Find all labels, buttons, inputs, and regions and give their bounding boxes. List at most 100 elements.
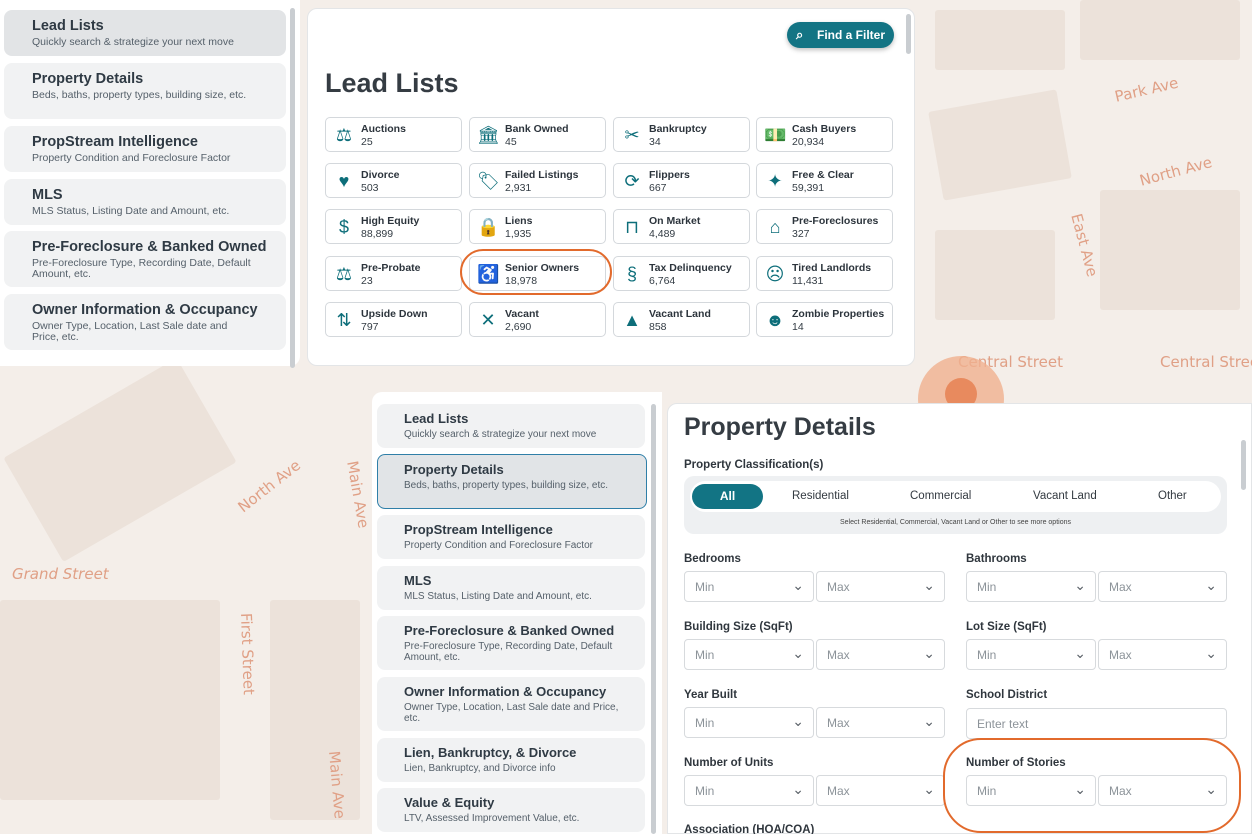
- chevron-down-icon: ⌄: [1205, 645, 1217, 661]
- tile-count: 25: [361, 136, 373, 148]
- street-label: Grand Street: [12, 565, 109, 583]
- sidebar-item-lead-lists[interactable]: Lead Lists Quickly search & strategize y…: [4, 10, 286, 56]
- divorce-icon: ♥: [338, 171, 350, 191]
- street-label: North Ave: [1137, 153, 1215, 190]
- sidebar-item-title: PropStream Intelligence: [404, 522, 553, 537]
- tile-count: 45: [505, 136, 517, 148]
- lead-list-tile[interactable]: ☹ Tired Landlords 11,431: [756, 256, 893, 291]
- chevron-down-icon: ⌄: [1074, 645, 1086, 661]
- land-icon: ▲: [623, 310, 641, 330]
- tile-name: Bankruptcy: [649, 123, 707, 135]
- upside-down-icon: ⇅: [336, 310, 352, 330]
- tired-face-icon: ☹: [765, 264, 785, 284]
- max-select[interactable]: Max ⌄: [816, 707, 945, 738]
- sidebar-item-title: Owner Information & Occupancy: [32, 302, 258, 318]
- max-select[interactable]: Max ⌄: [816, 639, 945, 670]
- lead-list-tile[interactable]: ⚖ Pre-Probate 23: [325, 256, 462, 291]
- sidebar-item-title: Lien, Bankruptcy, & Divorce: [404, 745, 577, 760]
- tab-residential[interactable]: Residential: [792, 490, 849, 502]
- sidebar-item-subtitle: Pre-Foreclosure Type, Recording Date, De…: [404, 641, 613, 663]
- sidebar-scrollbar[interactable]: [290, 8, 295, 368]
- lead-list-tile[interactable]: ▲ Vacant Land 858: [613, 302, 750, 337]
- sidebar-item-mls[interactable]: MLS MLS Status, Listing Date and Amount,…: [4, 179, 286, 225]
- stories-label: Number of Stories: [966, 757, 1066, 769]
- sidebar-scrollbar[interactable]: [651, 404, 656, 834]
- max-select[interactable]: Max ⌄: [1098, 571, 1227, 602]
- tab-vacant-land[interactable]: Vacant Land: [1033, 490, 1097, 502]
- lead-list-tile[interactable]: ✂ Bankruptcy 34: [613, 117, 750, 152]
- sidebar-item-owner-information[interactable]: Owner Information & Occupancy Owner Type…: [377, 677, 645, 731]
- tile-count: 18,978: [505, 275, 538, 287]
- max-select[interactable]: Max ⌄: [1098, 775, 1227, 806]
- gavel-icon: ⚖: [335, 125, 353, 145]
- tag-icon: 🏷: [477, 171, 500, 191]
- sidebar-item-subtitle: Pre-Foreclosure Type, Recording Date, De…: [32, 257, 251, 280]
- sidebar-item-property-details[interactable]: Property Details Beds, baths, property t…: [4, 63, 286, 119]
- tile-count: 797: [361, 321, 379, 333]
- lead-list-tile[interactable]: ☻ Zombie Properties 14: [756, 302, 893, 337]
- sidebar-item-mls[interactable]: MLS MLS Status, Listing Date and Amount,…: [377, 566, 645, 610]
- find-filter-button[interactable]: ⌕ Find a Filter: [787, 22, 894, 48]
- max-select[interactable]: Max ⌄: [1098, 639, 1227, 670]
- sidebar-item-value-equity[interactable]: Value & Equity LTV, Assessed Improvement…: [377, 788, 645, 832]
- lead-list-tile[interactable]: 🔒 Liens 1,935: [469, 209, 606, 244]
- max-select[interactable]: Max ⌄: [816, 571, 945, 602]
- street-label: North Ave: [234, 456, 305, 517]
- min-select[interactable]: Min ⌄: [684, 639, 814, 670]
- tile-name: Divorce: [361, 169, 400, 181]
- tab-other[interactable]: Other: [1158, 490, 1187, 502]
- senior-icon: ♿: [477, 264, 500, 284]
- min-select[interactable]: Min ⌄: [684, 571, 814, 602]
- sidebar-item-title: MLS: [404, 573, 432, 588]
- min-select[interactable]: Min ⌄: [966, 639, 1096, 670]
- lead-list-tile[interactable]: 🏛 Bank Owned 45: [469, 117, 606, 152]
- sidebar-item-propstream-intelligence[interactable]: PropStream Intelligence Property Conditi…: [377, 515, 645, 559]
- lead-list-tile[interactable]: ✦ Free & Clear 59,391: [756, 163, 893, 198]
- min-select[interactable]: Min ⌄: [966, 571, 1096, 602]
- lead-list-tile[interactable]: ♥ Divorce 503: [325, 163, 462, 198]
- lead-list-tile[interactable]: ♿ Senior Owners 18,978: [469, 256, 606, 291]
- lead-list-tile[interactable]: ⌂ Pre-Foreclosures 327: [756, 209, 893, 244]
- lead-list-tile[interactable]: ⇅ Upside Down 797: [325, 302, 462, 337]
- lead-list-tile[interactable]: $ High Equity 88,899: [325, 209, 462, 244]
- chevron-down-icon: ⌄: [1205, 781, 1217, 797]
- page-title: Lead Lists: [325, 68, 459, 98]
- chevron-down-icon: ⌄: [1205, 577, 1217, 593]
- sidebar-item-subtitle: Quickly search & strategize your next mo…: [32, 36, 234, 48]
- sidebar-item-pre-foreclosure[interactable]: Pre-Foreclosure & Banked Owned Pre-Forec…: [377, 616, 645, 670]
- sidebar-item-pre-foreclosure[interactable]: Pre-Foreclosure & Banked Owned Pre-Forec…: [4, 231, 286, 287]
- bedrooms-label: Bedrooms: [684, 553, 741, 565]
- chevron-down-icon: ⌄: [923, 713, 935, 729]
- content-scrollbar[interactable]: [1241, 440, 1246, 490]
- lead-list-tile[interactable]: ⚖ Auctions 25: [325, 117, 462, 152]
- min-select[interactable]: Min ⌄: [966, 775, 1096, 806]
- lead-list-tile[interactable]: § Tax Delinquency 6,764: [613, 256, 750, 291]
- sidebar-item-subtitle: Property Condition and Foreclosure Facto…: [32, 152, 231, 164]
- tile-count: 88,899: [361, 228, 394, 240]
- max-select[interactable]: Max ⌄: [816, 775, 945, 806]
- min-select[interactable]: Min ⌄: [684, 775, 814, 806]
- street-label: Park Ave: [1112, 73, 1181, 106]
- tab-all[interactable]: All: [692, 484, 763, 509]
- lead-list-tile[interactable]: ✕ Vacant 2,690: [469, 302, 606, 337]
- tile-name: Failed Listings: [505, 169, 579, 181]
- sidebar-item-owner-information[interactable]: Owner Information & Occupancy Owner Type…: [4, 294, 286, 350]
- tile-count: 1,935: [505, 228, 532, 240]
- sidebar-item-subtitle: Owner Type, Location, Last Sale date and…: [404, 702, 619, 724]
- min-select[interactable]: Min ⌄: [684, 707, 814, 738]
- school-district-input[interactable]: Enter text: [966, 708, 1227, 739]
- sidebar-item-lead-lists[interactable]: Lead Lists Quickly search & strategize y…: [377, 404, 645, 448]
- tab-commercial[interactable]: Commercial: [910, 490, 971, 502]
- tile-name: Upside Down: [361, 308, 428, 320]
- sidebar-item-property-details[interactable]: Property Details Beds, baths, property t…: [377, 454, 647, 509]
- lead-list-tile[interactable]: ⟳ Flippers 667: [613, 163, 750, 198]
- sidebar-item-lien-bankruptcy[interactable]: Lien, Bankruptcy, & Divorce Lien, Bankru…: [377, 738, 645, 782]
- sidebar-item-title: Value & Equity: [404, 795, 495, 810]
- sidebar-item-subtitle: LTV, Assessed Improvement Value, etc.: [404, 813, 580, 824]
- content-scrollbar[interactable]: [906, 14, 911, 54]
- lead-list-tile[interactable]: ⊓ On Market 4,489: [613, 209, 750, 244]
- lead-list-tile[interactable]: 💵 Cash Buyers 20,934: [756, 117, 893, 152]
- sidebar-item-propstream-intelligence[interactable]: PropStream Intelligence Property Conditi…: [4, 126, 286, 172]
- lead-list-tile[interactable]: 🏷 Failed Listings 2,931: [469, 163, 606, 198]
- tile-count: 2,931: [505, 182, 532, 194]
